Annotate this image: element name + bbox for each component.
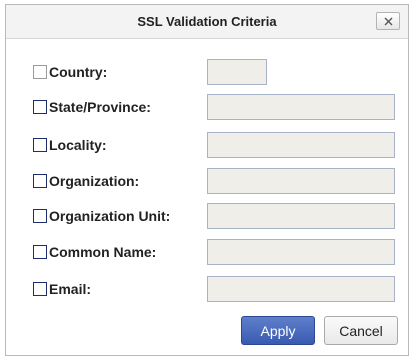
close-button[interactable] [376,12,400,30]
organization-label: Organization: [49,173,140,189]
locality-row: Locality: [6,132,408,158]
organization-unit-field[interactable] [207,203,395,229]
dialog-title: SSL Validation Criteria [137,14,277,29]
dialog-titlebar: SSL Validation Criteria [6,5,408,39]
locality-checkbox[interactable] [33,138,47,152]
common-name-row: Common Name: [6,239,408,265]
state-province-checkbox[interactable] [33,100,47,114]
cancel-button[interactable]: Cancel [324,316,398,345]
ssl-validation-dialog: SSL Validation Criteria Country: State/P… [5,4,409,356]
organization-field[interactable] [207,168,395,194]
email-label: Email: [49,281,92,297]
country-field[interactable] [207,59,267,85]
common-name-field[interactable] [207,239,395,265]
email-row: Email: [6,276,408,302]
email-field[interactable] [207,276,395,302]
organization-unit-checkbox[interactable] [33,209,47,223]
locality-label: Locality: [49,137,107,153]
locality-field[interactable] [207,132,395,158]
state-province-row: State/Province: [6,94,408,120]
common-name-checkbox[interactable] [33,245,47,259]
apply-button[interactable]: Apply [241,316,315,345]
country-checkbox[interactable] [33,65,47,79]
organization-unit-row: Organization Unit: [6,203,408,229]
state-province-field[interactable] [207,94,395,120]
country-row: Country: [6,59,408,85]
state-province-label: State/Province: [49,99,151,115]
organization-unit-label: Organization Unit: [49,208,171,224]
close-icon [384,17,393,26]
country-label: Country: [49,64,108,80]
email-checkbox[interactable] [33,282,47,296]
common-name-label: Common Name: [49,244,157,260]
organization-row: Organization: [6,168,408,194]
organization-checkbox[interactable] [33,174,47,188]
